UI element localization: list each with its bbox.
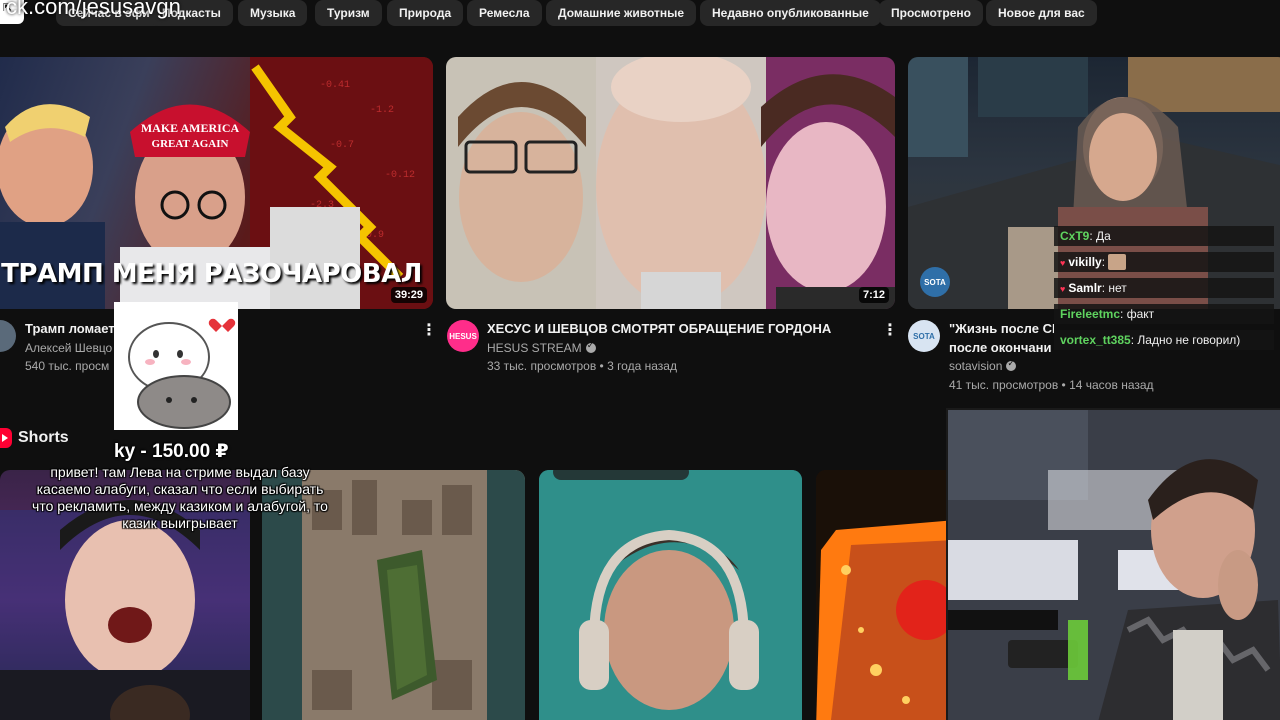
chat-nick: vikilly	[1068, 255, 1102, 269]
video-3-views: 41 тыс. просмотров • 14 часов назад	[949, 378, 1154, 392]
video-1-duration: 39:29	[390, 287, 427, 303]
donation-amount: ky - 150.00 ₽	[114, 441, 229, 462]
video-1-views: 540 тыс. просм	[25, 359, 110, 373]
video-1-title[interactable]: Трамп ломает	[25, 321, 115, 336]
donation-sticker-image	[114, 302, 238, 430]
video-thumbnail-1[interactable]: -0.41 -1.2 -0.7 -0.12 -2.3 -0.9 MAKE AMERICA…	[0, 57, 433, 309]
chip-crafts[interactable]: Ремесла	[467, 0, 542, 26]
chip-new-for-you[interactable]: Новое для вас	[986, 0, 1097, 26]
chat-nick: Samlr	[1068, 281, 1102, 295]
chat-message: CxT9: Да	[1054, 226, 1274, 246]
emote-icon	[1108, 254, 1127, 270]
category-chip-bar: Сейчас в эфире Подкасты Музыка Туризм Пр…	[0, 0, 1280, 28]
channel-avatar-1[interactable]	[0, 320, 16, 352]
video-1-more-icon[interactable]: ⋮	[421, 320, 437, 340]
heart-badge-icon: ♥	[1060, 258, 1066, 268]
chip-watched[interactable]: Просмотрено	[879, 0, 984, 26]
stream-chat: CxT9: Да ♥ vikilly: ♥ Samlr: нет Fireleetm…	[1054, 226, 1274, 356]
svg-text:-1.2: -1.2	[370, 105, 394, 116]
chip-pets[interactable]: Домашние животные	[546, 0, 697, 26]
chat-text: факт	[1126, 307, 1155, 321]
thumbnail-1-caption: ТРАМП МЕНЯ РАЗОЧАРОВАЛ	[1, 259, 422, 289]
video-3-channel-row[interactable]: sotavision	[949, 358, 1017, 373]
stream-screen: { "overlay_url": "ck.com/jesusavgn", "ch…	[0, 0, 1280, 720]
chip-nature[interactable]: Природа	[387, 0, 464, 26]
shorts-logo-icon	[0, 428, 12, 448]
chat-message: ♥ vikilly:	[1054, 252, 1274, 272]
video-2-duration: 7:12	[858, 287, 889, 303]
video-3-title-line2[interactable]: после окончани	[949, 340, 1054, 355]
chat-colon: :	[1120, 307, 1127, 321]
svg-text:-0.7: -0.7	[330, 140, 354, 151]
short-thumbnail-3[interactable]	[539, 470, 802, 720]
chat-colon: :	[1089, 229, 1097, 243]
cat-sticker-art	[114, 302, 238, 430]
chip-tourism[interactable]: Туризм	[315, 0, 382, 26]
chat-nick: Fireleetmc	[1060, 307, 1121, 321]
short-3-art	[539, 470, 802, 720]
video-2-channel[interactable]: HESUS STREAM	[487, 341, 582, 355]
chat-text: Ладно не говорил)	[1137, 333, 1241, 347]
donation-message: привет! там Лева на стриме выдал базу ка…	[32, 464, 328, 531]
chat-nick: vortex_tt385	[1060, 333, 1131, 347]
shorts-header: Shorts	[0, 428, 69, 448]
video-2-views: 33 тыс. просмотров • 3 года назад	[487, 359, 677, 373]
chat-message: Fireleetmc: факт	[1054, 304, 1274, 324]
chip-music[interactable]: Музыка	[238, 0, 308, 26]
chat-text: Да	[1096, 229, 1111, 243]
verified-icon	[1006, 358, 1017, 371]
channel-avatar-2[interactable]: HESUS	[447, 320, 479, 352]
thumbnail-3-watermark: SOTA	[920, 267, 950, 297]
svg-text:-0.12: -0.12	[385, 170, 415, 181]
chip-recent[interactable]: Недавно опубликованные	[700, 0, 881, 26]
verified-icon	[585, 340, 596, 353]
streamer-webcam	[946, 408, 1280, 720]
video-2-channel-row[interactable]: HESUS STREAM	[487, 340, 596, 355]
shorts-title: Shorts	[18, 429, 69, 446]
video-3-title[interactable]: "Жизнь после СВ	[949, 321, 1054, 336]
video-2-more-icon[interactable]: ⋮	[882, 320, 898, 340]
stream-url-overlay: ck.com/jesusavgn	[6, 0, 181, 19]
channel-avatar-3[interactable]: SOTA	[908, 320, 940, 352]
thumbnail-2-art	[446, 57, 895, 309]
video-3-channel[interactable]: sotavision	[949, 359, 1002, 373]
chat-nick: CxT9	[1060, 229, 1090, 243]
svg-text:MAKE AMERICA: MAKE AMERICA	[141, 121, 240, 135]
video-thumbnail-2[interactable]: 7:12	[446, 57, 895, 309]
heart-badge-icon: ♥	[1060, 284, 1066, 294]
webcam-feed-art	[948, 410, 1280, 720]
chat-colon: :	[1101, 255, 1109, 269]
short-thumbnail-4[interactable]	[816, 470, 956, 720]
short-4-art	[816, 470, 956, 720]
chat-message: ♥ Samlr: нет	[1054, 278, 1274, 298]
video-1-channel[interactable]: Алексей Шевцо	[25, 341, 115, 355]
chat-text: нет	[1108, 281, 1127, 295]
video-2-title[interactable]: ХЕСУС И ШЕВЦОВ СМОТРЯТ ОБРАЩЕНИЕ ГОРДОНА	[487, 321, 867, 336]
chat-message: vortex_tt385: Ладно не говорил)	[1054, 330, 1274, 350]
svg-text:-0.41: -0.41	[320, 80, 350, 91]
svg-text:GREAT AGAIN: GREAT AGAIN	[152, 138, 229, 150]
